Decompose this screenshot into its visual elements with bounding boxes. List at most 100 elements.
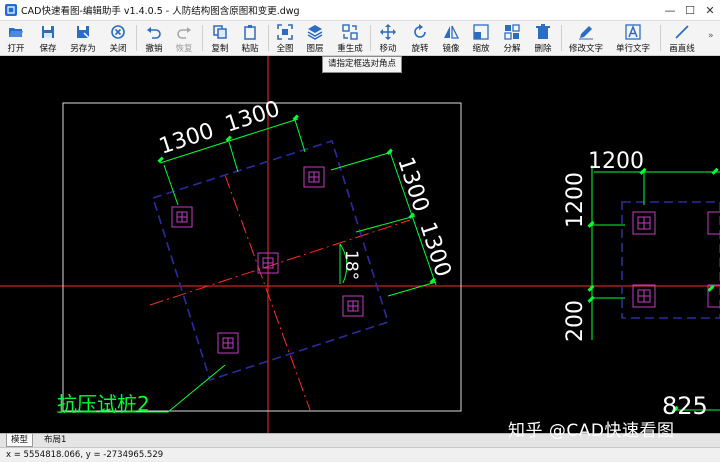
save-as-button[interactable]: 另存为: [68, 22, 98, 54]
copy-icon: [213, 25, 227, 39]
pile-marker: [303, 166, 325, 188]
rotate-button[interactable]: 旋转: [408, 22, 432, 54]
clipboard-paste-icon: [244, 25, 256, 40]
scale-button[interactable]: 缩放: [469, 22, 493, 54]
rotated-axis-line: [149, 219, 411, 306]
watermark-text: 知乎 @CAD快速看图: [508, 421, 675, 441]
tab-layout1[interactable]: 布局1: [40, 434, 70, 446]
pile-marker: [217, 332, 239, 354]
redo-button[interactable]: 恢复: [172, 22, 196, 54]
mirror-icon: [444, 25, 459, 39]
app-logo-icon: [5, 4, 17, 16]
full-view-button[interactable]: 全图: [273, 22, 297, 54]
minimize-button[interactable]: —: [660, 0, 680, 20]
close-circle-icon: [111, 25, 125, 39]
angle-text: 18°: [341, 250, 361, 280]
pile-marker: [632, 284, 656, 308]
pile-marker: [632, 211, 656, 235]
tab-model[interactable]: 模型: [6, 434, 34, 447]
drawing-canvas[interactable]: 1300 1300 1300 1300 18° 抗压试桩2 1200 1200 …: [0, 56, 720, 433]
trash-icon: [536, 24, 550, 39]
folder-open-icon: [9, 28, 23, 37]
rotate-label: 旋转: [411, 44, 429, 54]
floppy-disk-icon: [42, 26, 54, 38]
pile-marker: [707, 211, 720, 308]
draw-line-button[interactable]: 画直线: [667, 22, 697, 54]
paste-button[interactable]: 粘贴: [238, 22, 262, 54]
leader-line: [167, 364, 226, 413]
open-label: 打开: [7, 44, 25, 54]
pile-label-text: 抗压试桩2: [57, 392, 150, 416]
save-as-icon: [77, 26, 90, 39]
pile-marker: [171, 206, 193, 228]
single-text-label: 单行文字: [615, 44, 650, 54]
edit-text-label: 修改文字: [568, 44, 603, 54]
save-button[interactable]: 保存: [36, 22, 60, 54]
move-button[interactable]: 移动: [376, 22, 400, 54]
draw-line-label: 画直线: [669, 44, 695, 54]
toolbar-divider: [561, 25, 562, 51]
scale-icon: [473, 24, 489, 40]
delete-button[interactable]: 删除: [531, 22, 555, 54]
undo-button[interactable]: 撤销: [142, 22, 166, 54]
toolbar-divider: [202, 25, 203, 51]
single-line-text-button[interactable]: 单行文字: [614, 22, 652, 54]
scale-label: 缩放: [472, 44, 490, 54]
full-view-label: 全图: [276, 44, 294, 54]
toolbar-divider: [660, 25, 661, 51]
maximize-button[interactable]: ☐: [680, 0, 700, 20]
explode-label: 分解: [503, 44, 521, 54]
layers-button[interactable]: 图层: [303, 22, 327, 54]
title-bar: CAD快速看图-编辑助手 v1.4.0.5 - 人防结构图含原图和变更.dwg …: [0, 0, 720, 21]
close-file-button[interactable]: 关闭: [106, 22, 130, 54]
window-title: CAD快速看图-编辑助手 v1.4.0.5 - 人防结构图含原图和变更.dwg: [21, 6, 300, 17]
adjacent-pile-group: [632, 211, 720, 308]
adjacent-cap-outline: [621, 201, 720, 319]
dim-text-right-vertical: 1200: [563, 172, 588, 228]
delete-label: 删除: [534, 44, 552, 54]
regenerate-icon: [342, 24, 358, 40]
explode-button[interactable]: 分解: [500, 22, 524, 54]
dim-text-right-a: 1300: [392, 154, 433, 215]
close-label: 关闭: [109, 44, 127, 54]
edit-text-button[interactable]: 修改文字: [567, 22, 605, 54]
adjacent-dimension-ticks: [587, 167, 719, 413]
regenerate-button[interactable]: 重生成: [335, 22, 365, 54]
pencil-icon: [579, 26, 593, 40]
toolbar-divider: [370, 25, 371, 51]
paste-label: 粘贴: [241, 44, 259, 54]
layers-icon: [307, 25, 323, 40]
pile-marker: [342, 295, 364, 317]
move-label: 移动: [379, 44, 397, 54]
viewport-frame: [62, 102, 462, 412]
dim-text-top-a: 1300: [156, 119, 217, 160]
copy-button[interactable]: 复制: [208, 22, 232, 54]
save-label: 保存: [39, 44, 57, 54]
toolbar-divider: [136, 25, 137, 51]
status-bar: x = 5554818.066, y = -2734965.529: [0, 447, 720, 461]
open-button[interactable]: 打开: [4, 22, 28, 54]
rotate-icon: [414, 24, 426, 38]
close-window-button[interactable]: ✕: [700, 0, 720, 20]
line-icon: [675, 25, 689, 39]
dim-text-right-b: 1300: [414, 219, 455, 280]
explode-icon: [504, 24, 520, 40]
dim-text-right-top: 1200: [588, 149, 644, 174]
layers-label: 图层: [306, 44, 324, 54]
command-tooltip: 请指定框选对角点: [322, 56, 403, 73]
cursor-coordinates: x = 5554818.066, y = -2734965.529: [6, 450, 164, 460]
axis-lines: [0, 56, 720, 433]
mirror-label: 镜像: [442, 44, 460, 54]
toolbar-overflow-icon[interactable]: »: [708, 31, 714, 41]
redo-icon: [177, 27, 191, 39]
fit-extents-icon: [277, 24, 293, 40]
mirror-button[interactable]: 镜像: [439, 22, 463, 54]
toolbar: 打开 保存 另存为 关闭 撤销 恢复 复制 粘贴 全图 图层 重生成 移动 旋转…: [0, 21, 720, 56]
move-arrows-icon: [380, 24, 396, 40]
regen-label: 重生成: [337, 44, 363, 54]
text-a-icon: [625, 24, 641, 40]
dim-text-right-bottom: 200: [563, 300, 588, 342]
save-as-label: 另存为: [70, 44, 96, 54]
copy-label: 复制: [211, 44, 229, 54]
cad-drawing: 1300 1300 1300 1300 18° 抗压试桩2 1200 1200 …: [0, 56, 720, 433]
